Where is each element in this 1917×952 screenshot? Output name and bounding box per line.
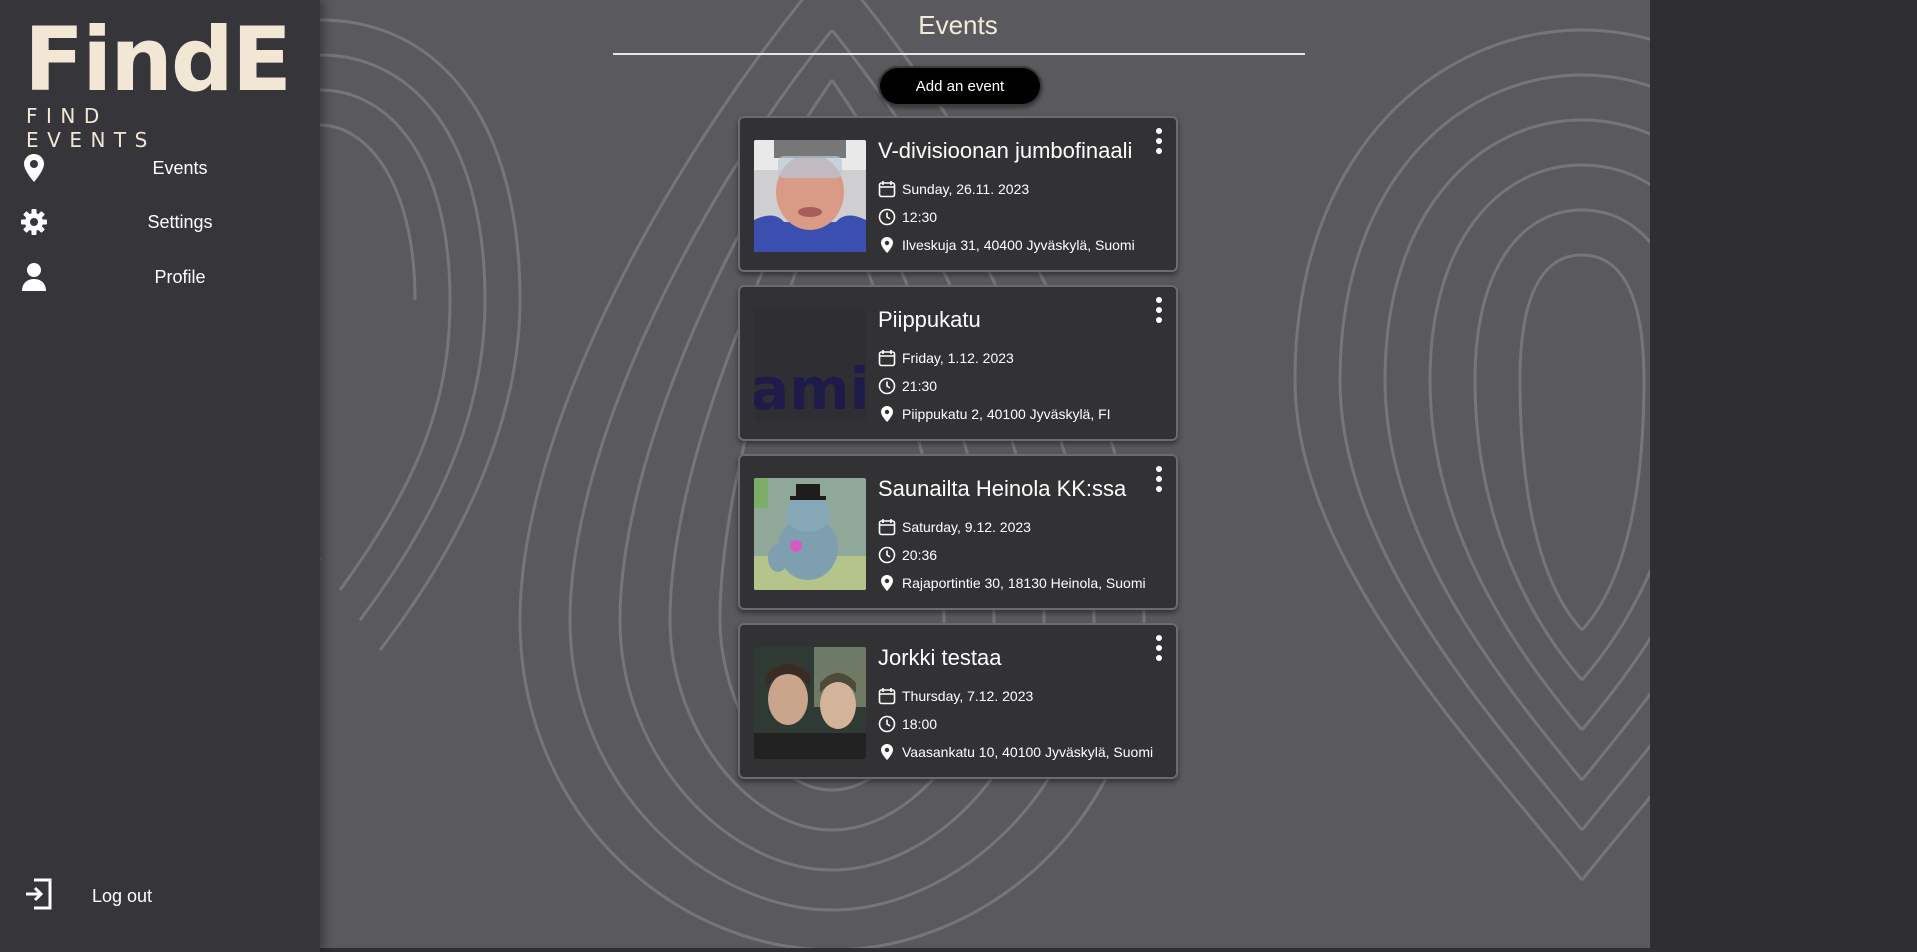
event-thumbnail (754, 647, 866, 759)
event-card[interactable]: Jorkki testaa Thursday, 7.12. 2023 18:00… (738, 623, 1178, 779)
event-card[interactable]: Saunailta Heinola KK:ssa Saturday, 9.12.… (738, 454, 1178, 610)
event-date-text: Sunday, 26.11. 2023 (902, 181, 1030, 197)
event-location-text: Vaasankatu 10, 40100 Jyväskylä, Suomi (902, 744, 1154, 760)
event-title: Jorkki testaa (878, 645, 1002, 670)
sidebar-item-events[interactable]: Events (0, 146, 320, 190)
event-date: Thursday, 7.12. 2023 (878, 687, 1033, 705)
clock-icon (878, 715, 896, 733)
page-title: Events (918, 10, 998, 40)
map-pin-icon (881, 575, 893, 591)
event-date: Saturday, 9.12. 2023 (878, 518, 1031, 536)
map-pin-icon (881, 406, 893, 422)
event-location-text: Rajaportintie 30, 18130 Heinola, Suomi (902, 575, 1146, 591)
sidebar-item-label: Profile (154, 266, 206, 287)
event-date-text: Thursday, 7.12. 2023 (902, 688, 1034, 704)
event-location-text: Ilveskuja 31, 40400 Jyväskylä, Suomi (902, 237, 1135, 253)
event-date: Sunday, 26.11. 2023 (878, 180, 1029, 198)
event-time: 21:30 (878, 377, 937, 395)
event-date: Friday, 1.12. 2023 (878, 349, 1014, 367)
event-time-text: 12:30 (902, 209, 938, 225)
logo-tagline: FIND EVENTS (26, 104, 156, 152)
logout-label: Log out (92, 885, 153, 906)
svg-text:ami: ami (754, 355, 866, 421)
more-options-icon[interactable] (1152, 635, 1166, 661)
event-location: Ilveskuja 31, 40400 Jyväskylä, Suomi (878, 236, 1135, 254)
map-pin-icon (881, 237, 893, 253)
map-pin-icon (881, 744, 893, 760)
logo-wordmark: FindE (24, 8, 292, 111)
event-date-text: Friday, 1.12. 2023 (902, 350, 1014, 366)
more-options-icon[interactable] (1152, 297, 1166, 323)
event-time: 12:30 (878, 208, 937, 226)
event-location: Piippukatu 2, 40100 Jyväskylä, FI (878, 405, 1111, 423)
event-title: V-divisioonan jumbofinaali (878, 138, 1133, 163)
calendar-icon (878, 519, 896, 536)
clock-icon (878, 208, 896, 226)
event-title: Saunailta Heinola KK:ssa (878, 476, 1127, 501)
event-location-text: Piippukatu 2, 40100 Jyväskylä, FI (902, 406, 1111, 422)
event-date-text: Saturday, 9.12. 2023 (902, 519, 1031, 535)
more-options-icon[interactable] (1152, 128, 1166, 154)
add-event-button[interactable]: Add an event (878, 66, 1042, 106)
sidebar-item-label: Settings (147, 211, 213, 232)
more-options-icon[interactable] (1152, 466, 1166, 492)
main-content: Events Add an event V-divisioonan jumbof… (320, 0, 1650, 948)
sidebar-item-profile[interactable]: Profile (0, 255, 320, 299)
clock-icon (878, 546, 896, 564)
logout-button[interactable]: Log out (24, 876, 152, 916)
event-card[interactable]: ami Piippukatu Friday, 1.12. 2023 21:30 … (738, 285, 1178, 441)
event-time: 18:00 (878, 715, 937, 733)
event-thumbnail (754, 478, 866, 590)
event-title: Piippukatu (878, 307, 981, 332)
sidebar-item-label: Events (152, 157, 208, 178)
right-empty-pane (1650, 0, 1917, 952)
calendar-icon (878, 350, 896, 367)
event-card[interactable]: V-divisioonan jumbofinaali Sunday, 26.11… (738, 116, 1178, 272)
event-location: Vaasankatu 10, 40100 Jyväskylä, Suomi (878, 743, 1153, 761)
title-divider (613, 53, 1305, 55)
sidebar: FindE FIND EVENTS Events Settings Profil… (0, 0, 320, 952)
finde-logo[interactable]: FindE FIND EVENTS (24, 16, 292, 153)
event-time: 20:36 (878, 546, 937, 564)
calendar-icon (878, 688, 896, 705)
sidebar-item-settings[interactable]: Settings (0, 200, 320, 244)
event-thumbnail: ami (754, 309, 866, 421)
event-time-text: 21:30 (902, 378, 938, 394)
event-location: Rajaportintie 30, 18130 Heinola, Suomi (878, 574, 1146, 592)
event-time-text: 20:36 (902, 547, 938, 563)
calendar-icon (878, 181, 896, 198)
event-time-text: 18:00 (902, 716, 938, 732)
event-thumbnail (754, 140, 866, 252)
clock-icon (878, 377, 896, 395)
logout-icon (24, 878, 54, 915)
